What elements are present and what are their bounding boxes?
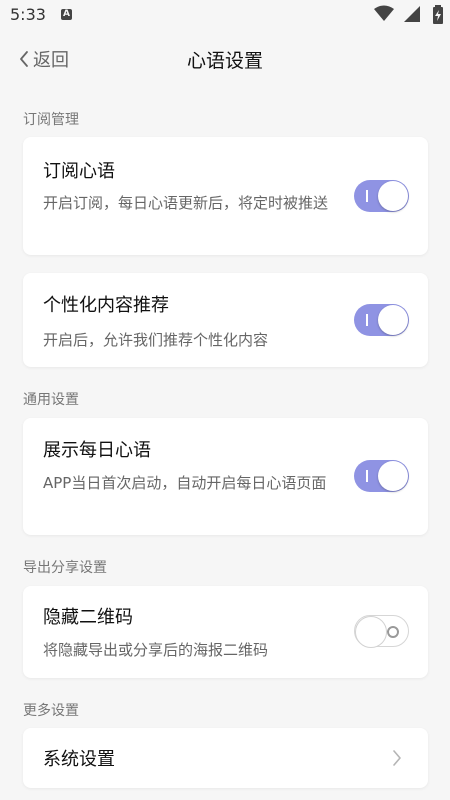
toggle-knob xyxy=(378,305,408,335)
signal-icon xyxy=(403,6,420,22)
notification-icon: A xyxy=(61,9,72,20)
section-title-export-share: 导出分享设置 xyxy=(23,560,107,576)
toggle-off-mark-icon xyxy=(387,626,399,638)
page-title: 心语设置 xyxy=(186,50,263,72)
section-title-subscription: 订阅管理 xyxy=(23,112,79,128)
chevron-right-icon xyxy=(393,750,401,766)
section-title-more: 更多设置 xyxy=(23,703,79,719)
setting-card-subscribe: 订阅心语 开启订阅，每日心语更新后，将定时被推送 xyxy=(23,137,428,255)
subscribe-toggle[interactable] xyxy=(354,180,409,212)
toggle-on-mark-icon xyxy=(366,190,368,202)
status-time: 5:33 xyxy=(10,5,46,24)
header: 返回 心语设置 xyxy=(0,32,450,88)
setting-card-daily-display: 展示每日心语 APP当日首次启动，自动开启每日心语页面 xyxy=(23,418,428,535)
toggle-on-mark-icon xyxy=(366,314,368,326)
setting-description: 开启订阅，每日心语更新后，将定时被推送 xyxy=(43,194,329,212)
setting-title: 展示每日心语 xyxy=(43,440,151,461)
setting-description: APP当日首次启动，自动开启每日心语页面 xyxy=(43,474,327,492)
setting-title: 个性化内容推荐 xyxy=(43,295,169,316)
wifi-icon xyxy=(373,5,394,21)
system-settings-row[interactable]: 系统设置 xyxy=(23,728,428,788)
section-title-general: 通用设置 xyxy=(23,392,79,408)
toggle-knob xyxy=(355,616,387,648)
toggle-knob xyxy=(378,461,408,491)
setting-title: 隐藏二维码 xyxy=(43,607,133,628)
toggle-on-mark-icon xyxy=(366,470,368,482)
battery-icon xyxy=(433,5,443,24)
setting-description: 将隐藏导出或分享后的海报二维码 xyxy=(43,641,269,659)
status-icons xyxy=(373,5,444,27)
hide-qr-toggle[interactable] xyxy=(354,615,409,648)
setting-description: 开启后，允许我们推荐个性化内容 xyxy=(43,331,269,349)
status-bar: 5:33 A xyxy=(0,0,450,32)
setting-title: 订阅心语 xyxy=(43,161,115,182)
daily-display-toggle[interactable] xyxy=(354,460,409,492)
personalized-toggle[interactable] xyxy=(354,304,409,336)
toggle-knob xyxy=(378,181,408,211)
setting-card-hide-qr: 隐藏二维码 将隐藏导出或分享后的海报二维码 xyxy=(23,586,428,678)
setting-card-personalized: 个性化内容推荐 开启后，允许我们推荐个性化内容 xyxy=(23,273,428,367)
setting-title: 系统设置 xyxy=(43,749,115,770)
